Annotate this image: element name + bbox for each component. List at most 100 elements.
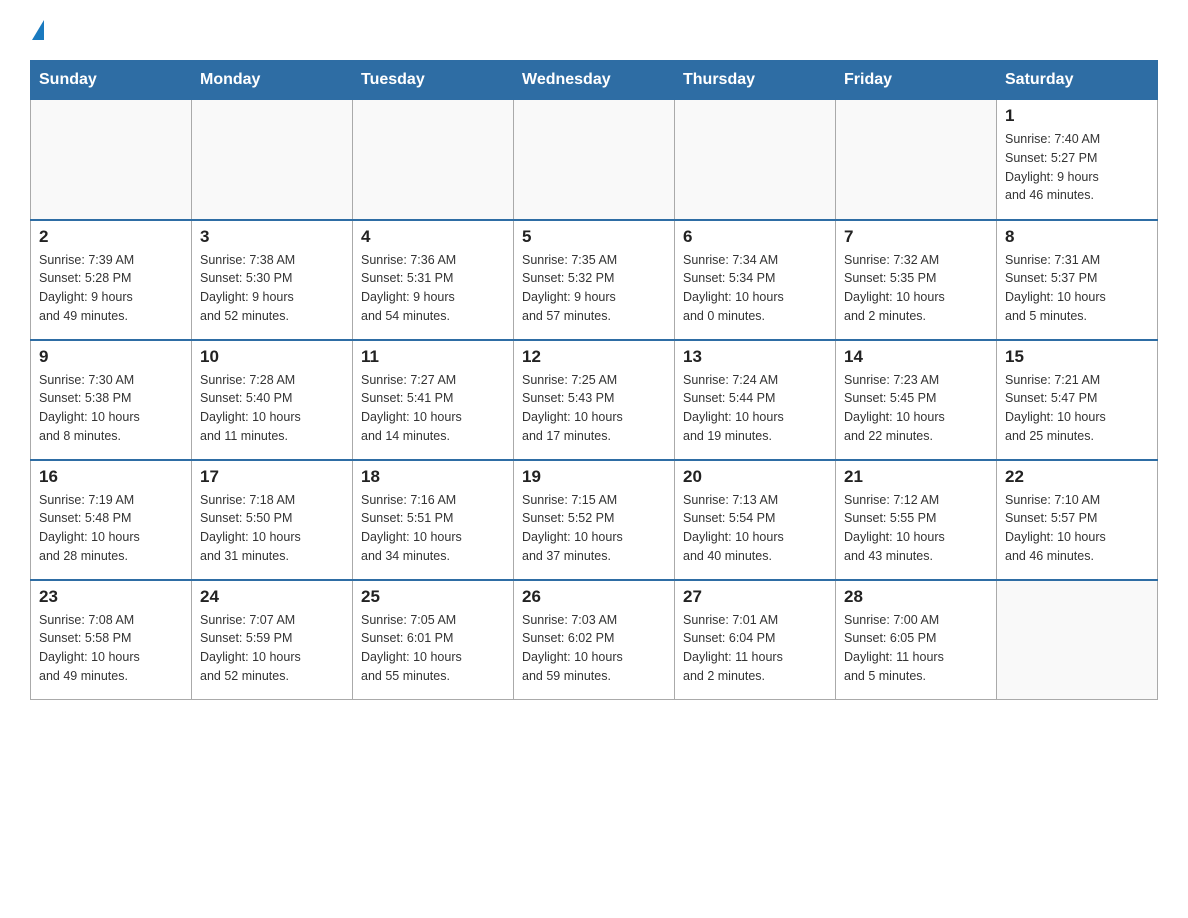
day-number: 11 xyxy=(361,347,505,367)
day-cell: 6 Sunrise: 7:34 AMSunset: 5:34 PMDaylight… xyxy=(675,220,836,340)
day-number: 14 xyxy=(844,347,988,367)
day-cell xyxy=(675,100,836,220)
day-number: 28 xyxy=(844,587,988,607)
header-thursday: Thursday xyxy=(675,61,836,100)
day-cell: 15 Sunrise: 7:21 AMSunset: 5:47 PMDayligh… xyxy=(997,340,1158,460)
day-number: 13 xyxy=(683,347,827,367)
day-info: Sunrise: 7:08 AMSunset: 5:58 PMDaylight:… xyxy=(39,611,183,686)
day-info: Sunrise: 7:10 AMSunset: 5:57 PMDaylight:… xyxy=(1005,491,1149,566)
day-cell: 25 Sunrise: 7:05 AMSunset: 6:01 PMDayligh… xyxy=(353,580,514,700)
day-cell xyxy=(353,100,514,220)
day-cell: 18 Sunrise: 7:16 AMSunset: 5:51 PMDayligh… xyxy=(353,460,514,580)
day-cell: 5 Sunrise: 7:35 AMSunset: 5:32 PMDaylight… xyxy=(514,220,675,340)
day-number: 22 xyxy=(1005,467,1149,487)
day-number: 26 xyxy=(522,587,666,607)
day-number: 8 xyxy=(1005,227,1149,247)
day-number: 21 xyxy=(844,467,988,487)
day-cell xyxy=(997,580,1158,700)
day-cell xyxy=(31,100,192,220)
day-info: Sunrise: 7:31 AMSunset: 5:37 PMDaylight:… xyxy=(1005,251,1149,326)
week-row-5: 23 Sunrise: 7:08 AMSunset: 5:58 PMDayligh… xyxy=(31,580,1158,700)
day-number: 7 xyxy=(844,227,988,247)
day-cell: 14 Sunrise: 7:23 AMSunset: 5:45 PMDayligh… xyxy=(836,340,997,460)
day-cell: 11 Sunrise: 7:27 AMSunset: 5:41 PMDayligh… xyxy=(353,340,514,460)
day-info: Sunrise: 7:36 AMSunset: 5:31 PMDaylight:… xyxy=(361,251,505,326)
day-info: Sunrise: 7:38 AMSunset: 5:30 PMDaylight:… xyxy=(200,251,344,326)
day-number: 25 xyxy=(361,587,505,607)
day-cell: 20 Sunrise: 7:13 AMSunset: 5:54 PMDayligh… xyxy=(675,460,836,580)
day-info: Sunrise: 7:19 AMSunset: 5:48 PMDaylight:… xyxy=(39,491,183,566)
header-friday: Friday xyxy=(836,61,997,100)
day-info: Sunrise: 7:15 AMSunset: 5:52 PMDaylight:… xyxy=(522,491,666,566)
day-cell: 12 Sunrise: 7:25 AMSunset: 5:43 PMDayligh… xyxy=(514,340,675,460)
day-info: Sunrise: 7:32 AMSunset: 5:35 PMDaylight:… xyxy=(844,251,988,326)
logo-triangle-icon xyxy=(32,20,44,40)
day-number: 10 xyxy=(200,347,344,367)
day-info: Sunrise: 7:13 AMSunset: 5:54 PMDaylight:… xyxy=(683,491,827,566)
day-info: Sunrise: 7:12 AMSunset: 5:55 PMDaylight:… xyxy=(844,491,988,566)
day-cell: 28Sunrise: 7:00 AMSunset: 6:05 PMDayligh… xyxy=(836,580,997,700)
logo xyxy=(30,20,44,42)
day-cell: 21 Sunrise: 7:12 AMSunset: 5:55 PMDayligh… xyxy=(836,460,997,580)
day-info: Sunrise: 7:07 AMSunset: 5:59 PMDaylight:… xyxy=(200,611,344,686)
day-info: Sunrise: 7:30 AMSunset: 5:38 PMDaylight:… xyxy=(39,371,183,446)
week-row-2: 2Sunrise: 7:39 AMSunset: 5:28 PMDaylight… xyxy=(31,220,1158,340)
day-cell: 17Sunrise: 7:18 AMSunset: 5:50 PMDayligh… xyxy=(192,460,353,580)
day-number: 5 xyxy=(522,227,666,247)
day-number: 27 xyxy=(683,587,827,607)
day-cell: 9 Sunrise: 7:30 AMSunset: 5:38 PMDaylight… xyxy=(31,340,192,460)
day-number: 19 xyxy=(522,467,666,487)
day-info: Sunrise: 7:23 AMSunset: 5:45 PMDaylight:… xyxy=(844,371,988,446)
day-cell: 23 Sunrise: 7:08 AMSunset: 5:58 PMDayligh… xyxy=(31,580,192,700)
day-number: 16 xyxy=(39,467,183,487)
day-info: Sunrise: 7:24 AMSunset: 5:44 PMDaylight:… xyxy=(683,371,827,446)
day-info: Sunrise: 7:40 AMSunset: 5:27 PMDaylight:… xyxy=(1005,130,1149,205)
day-cell xyxy=(192,100,353,220)
day-number: 4 xyxy=(361,227,505,247)
day-cell: 27 Sunrise: 7:01 AMSunset: 6:04 PMDayligh… xyxy=(675,580,836,700)
day-info: Sunrise: 7:18 AMSunset: 5:50 PMDaylight:… xyxy=(200,491,344,566)
day-number: 1 xyxy=(1005,106,1149,126)
day-info: Sunrise: 7:21 AMSunset: 5:47 PMDaylight:… xyxy=(1005,371,1149,446)
header-tuesday: Tuesday xyxy=(353,61,514,100)
day-info: Sunrise: 7:28 AMSunset: 5:40 PMDaylight:… xyxy=(200,371,344,446)
day-cell: 10 Sunrise: 7:28 AMSunset: 5:40 PMDayligh… xyxy=(192,340,353,460)
week-row-4: 16 Sunrise: 7:19 AMSunset: 5:48 PMDayligh… xyxy=(31,460,1158,580)
day-cell: 4 Sunrise: 7:36 AMSunset: 5:31 PMDaylight… xyxy=(353,220,514,340)
day-info: Sunrise: 7:39 AMSunset: 5:28 PMDaylight:… xyxy=(39,251,183,326)
day-number: 3 xyxy=(200,227,344,247)
day-info: Sunrise: 7:03 AMSunset: 6:02 PMDaylight:… xyxy=(522,611,666,686)
day-cell: 13 Sunrise: 7:24 AMSunset: 5:44 PMDayligh… xyxy=(675,340,836,460)
week-row-3: 9 Sunrise: 7:30 AMSunset: 5:38 PMDaylight… xyxy=(31,340,1158,460)
day-cell: 16 Sunrise: 7:19 AMSunset: 5:48 PMDayligh… xyxy=(31,460,192,580)
day-cell: 8 Sunrise: 7:31 AMSunset: 5:37 PMDaylight… xyxy=(997,220,1158,340)
day-cell: 7 Sunrise: 7:32 AMSunset: 5:35 PMDaylight… xyxy=(836,220,997,340)
day-cell: 3 Sunrise: 7:38 AMSunset: 5:30 PMDaylight… xyxy=(192,220,353,340)
day-cell: 26 Sunrise: 7:03 AMSunset: 6:02 PMDayligh… xyxy=(514,580,675,700)
day-cell: 24Sunrise: 7:07 AMSunset: 5:59 PMDayligh… xyxy=(192,580,353,700)
day-info: Sunrise: 7:35 AMSunset: 5:32 PMDaylight:… xyxy=(522,251,666,326)
day-number: 20 xyxy=(683,467,827,487)
day-number: 18 xyxy=(361,467,505,487)
header-monday: Monday xyxy=(192,61,353,100)
page-header xyxy=(30,20,1158,42)
day-info: Sunrise: 7:16 AMSunset: 5:51 PMDaylight:… xyxy=(361,491,505,566)
calendar-table: SundayMondayTuesdayWednesdayThursdayFrid… xyxy=(30,60,1158,700)
day-cell xyxy=(836,100,997,220)
header-saturday: Saturday xyxy=(997,61,1158,100)
calendar-header-row: SundayMondayTuesdayWednesdayThursdayFrid… xyxy=(31,61,1158,100)
day-number: 12 xyxy=(522,347,666,367)
day-number: 23 xyxy=(39,587,183,607)
day-info: Sunrise: 7:34 AMSunset: 5:34 PMDaylight:… xyxy=(683,251,827,326)
day-cell: 19 Sunrise: 7:15 AMSunset: 5:52 PMDayligh… xyxy=(514,460,675,580)
day-info: Sunrise: 7:27 AMSunset: 5:41 PMDaylight:… xyxy=(361,371,505,446)
day-info: Sunrise: 7:25 AMSunset: 5:43 PMDaylight:… xyxy=(522,371,666,446)
day-cell: 2Sunrise: 7:39 AMSunset: 5:28 PMDaylight… xyxy=(31,220,192,340)
day-info: Sunrise: 7:05 AMSunset: 6:01 PMDaylight:… xyxy=(361,611,505,686)
day-number: 15 xyxy=(1005,347,1149,367)
day-number: 9 xyxy=(39,347,183,367)
day-cell: 22 Sunrise: 7:10 AMSunset: 5:57 PMDayligh… xyxy=(997,460,1158,580)
day-cell xyxy=(514,100,675,220)
day-info: Sunrise: 7:01 AMSunset: 6:04 PMDaylight:… xyxy=(683,611,827,686)
day-number: 6 xyxy=(683,227,827,247)
